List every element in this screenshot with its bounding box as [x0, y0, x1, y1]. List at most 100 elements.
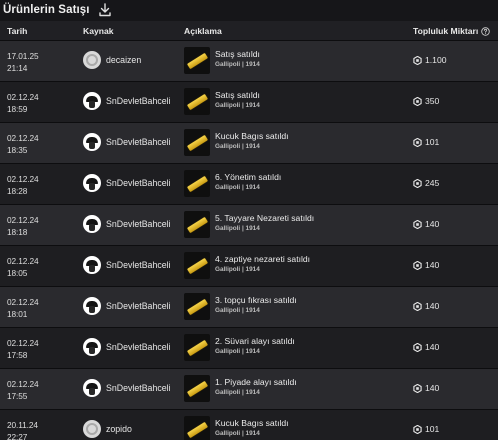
time-text: 18:18: [7, 226, 28, 237]
item-thumbnail[interactable]: [184, 211, 210, 238]
item-thumbnail[interactable]: [184, 170, 210, 197]
source-cell[interactable]: SnDevletBahceli: [83, 378, 171, 398]
table-row[interactable]: 02.12.24 18:18 SnDevletBahceli 5. Tayyar…: [0, 204, 498, 245]
source-username[interactable]: zopido: [106, 424, 132, 434]
game-name[interactable]: Gallipoli | 1914: [215, 388, 297, 397]
source-cell[interactable]: SnDevletBahceli: [83, 214, 171, 234]
source-username[interactable]: decaizen: [106, 55, 141, 65]
table-row[interactable]: 17.01.25 21:14 decaizen Satış satıldı Ga…: [0, 40, 498, 81]
table-row[interactable]: 02.12.24 17:58 SnDevletBahceli 2. Süvari…: [0, 327, 498, 368]
source-cell[interactable]: SnDevletBahceli: [83, 132, 171, 152]
table-row[interactable]: 02.12.24 17:55 SnDevletBahceli 1. Piyade…: [0, 368, 498, 409]
download-icon[interactable]: [98, 3, 111, 17]
game-name[interactable]: Gallipoli | 1914: [215, 101, 260, 110]
info-icon[interactable]: [481, 26, 490, 36]
item-name[interactable]: 6. Yönetim satıldı: [215, 172, 281, 183]
game-name[interactable]: Gallipoli | 1914: [215, 60, 260, 69]
item-thumbnail[interactable]: [184, 88, 210, 115]
game-name[interactable]: Gallipoli | 1914: [215, 265, 310, 274]
time-text: 18:59: [7, 103, 28, 114]
source-username[interactable]: SnDevletBahceli: [106, 383, 171, 393]
item-thumbnail[interactable]: [184, 375, 210, 402]
description-text: 1. Piyade alayı satıldı Gallipoli | 1914: [215, 377, 297, 397]
amount-cell: 350: [413, 96, 439, 106]
item-name[interactable]: 3. topçu fıkrası satıldı: [215, 295, 297, 306]
amount-value: 140: [425, 383, 440, 393]
source-username[interactable]: SnDevletBahceli: [106, 219, 171, 229]
time-text: 21:14: [7, 62, 28, 73]
item-thumbnail[interactable]: [184, 252, 210, 279]
avatar[interactable]: [83, 256, 101, 274]
description-cell: Satış satıldı Gallipoli | 1914: [184, 47, 260, 74]
avatar[interactable]: [83, 420, 101, 438]
avatar[interactable]: [83, 174, 101, 192]
amount-cell: 140: [413, 219, 439, 229]
avatar-face: [89, 388, 95, 395]
description-cell: 5. Tayyare Nezareti satıldı Gallipoli | …: [184, 211, 314, 238]
source-cell[interactable]: SnDevletBahceli: [83, 173, 171, 193]
game-name[interactable]: Gallipoli | 1914: [215, 183, 281, 192]
item-name[interactable]: Kucuk Bagıs satıldı: [215, 131, 289, 142]
avatar[interactable]: [83, 133, 101, 151]
avatar[interactable]: [83, 51, 101, 69]
amount-value: 101: [425, 137, 440, 147]
avatar-face: [89, 183, 95, 190]
column-header-description[interactable]: Açıklama: [184, 26, 222, 36]
game-name[interactable]: Gallipoli | 1914: [215, 224, 314, 233]
source-cell[interactable]: SnDevletBahceli: [83, 255, 171, 275]
source-cell[interactable]: zopido: [83, 419, 132, 439]
item-name[interactable]: Kucuk Bagıs satıldı: [215, 418, 289, 429]
game-name[interactable]: Gallipoli | 1914: [215, 347, 295, 356]
item-name[interactable]: 4. zaptiye nezareti satıldı: [215, 254, 310, 265]
item-name[interactable]: Satış satıldı: [215, 90, 260, 101]
item-thumbnail[interactable]: [184, 129, 210, 156]
source-username[interactable]: SnDevletBahceli: [106, 137, 171, 147]
gold-bar-icon: [187, 175, 208, 193]
avatar[interactable]: [83, 215, 101, 233]
source-username[interactable]: SnDevletBahceli: [106, 260, 171, 270]
avatar[interactable]: [83, 297, 101, 315]
item-thumbnail[interactable]: [184, 47, 210, 74]
item-name[interactable]: 1. Piyade alayı satıldı: [215, 377, 297, 388]
gold-bar-icon: [187, 93, 208, 111]
table-row[interactable]: 02.12.24 18:35 SnDevletBahceli Kucuk Bag…: [0, 122, 498, 163]
table-row[interactable]: 02.12.24 18:28 SnDevletBahceli 6. Yöneti…: [0, 163, 498, 204]
source-username[interactable]: SnDevletBahceli: [106, 342, 171, 352]
table-row[interactable]: 20.11.24 22:27 zopido Kucuk Bagıs satıld…: [0, 409, 498, 440]
item-thumbnail[interactable]: [184, 416, 210, 440]
source-cell[interactable]: decaizen: [83, 50, 141, 70]
date-text: 02.12.24: [7, 256, 39, 266]
avatar-ring: [86, 423, 98, 435]
item-name[interactable]: 5. Tayyare Nezareti satıldı: [215, 213, 314, 224]
item-name[interactable]: Satış satıldı: [215, 49, 260, 60]
amount-value: 140: [425, 260, 440, 270]
table-row[interactable]: 02.12.24 18:59 SnDevletBahceli Satış sat…: [0, 81, 498, 122]
robux-icon: [413, 260, 422, 270]
item-thumbnail[interactable]: [184, 334, 210, 361]
source-username[interactable]: SnDevletBahceli: [106, 178, 171, 188]
source-cell[interactable]: SnDevletBahceli: [83, 337, 171, 357]
column-header-date[interactable]: Tarih: [7, 26, 27, 36]
table-row[interactable]: 02.12.24 18:05 SnDevletBahceli 4. zaptiy…: [0, 245, 498, 286]
item-thumbnail[interactable]: [184, 293, 210, 320]
date-text: 02.12.24: [7, 174, 39, 184]
column-header-amount[interactable]: Topluluk Miktarı: [413, 26, 490, 36]
table-row[interactable]: 02.12.24 18:01 SnDevletBahceli 3. topçu …: [0, 286, 498, 327]
description-cell: Satış satıldı Gallipoli | 1914: [184, 88, 260, 115]
column-header-source[interactable]: Kaynak: [83, 26, 114, 36]
avatar[interactable]: [83, 92, 101, 110]
amount-value: 140: [425, 301, 440, 311]
robux-icon: [413, 219, 422, 229]
avatar[interactable]: [83, 379, 101, 397]
avatar[interactable]: [83, 338, 101, 356]
game-name[interactable]: Gallipoli | 1914: [215, 306, 297, 315]
description-cell: 6. Yönetim satıldı Gallipoli | 1914: [184, 170, 281, 197]
amount-value: 140: [425, 342, 440, 352]
source-cell[interactable]: SnDevletBahceli: [83, 296, 171, 316]
source-username[interactable]: SnDevletBahceli: [106, 96, 171, 106]
source-cell[interactable]: SnDevletBahceli: [83, 91, 171, 111]
source-username[interactable]: SnDevletBahceli: [106, 301, 171, 311]
game-name[interactable]: Gallipoli | 1914: [215, 142, 289, 151]
item-name[interactable]: 2. Süvari alayı satıldı: [215, 336, 295, 347]
game-name[interactable]: Gallipoli | 1914: [215, 429, 289, 438]
